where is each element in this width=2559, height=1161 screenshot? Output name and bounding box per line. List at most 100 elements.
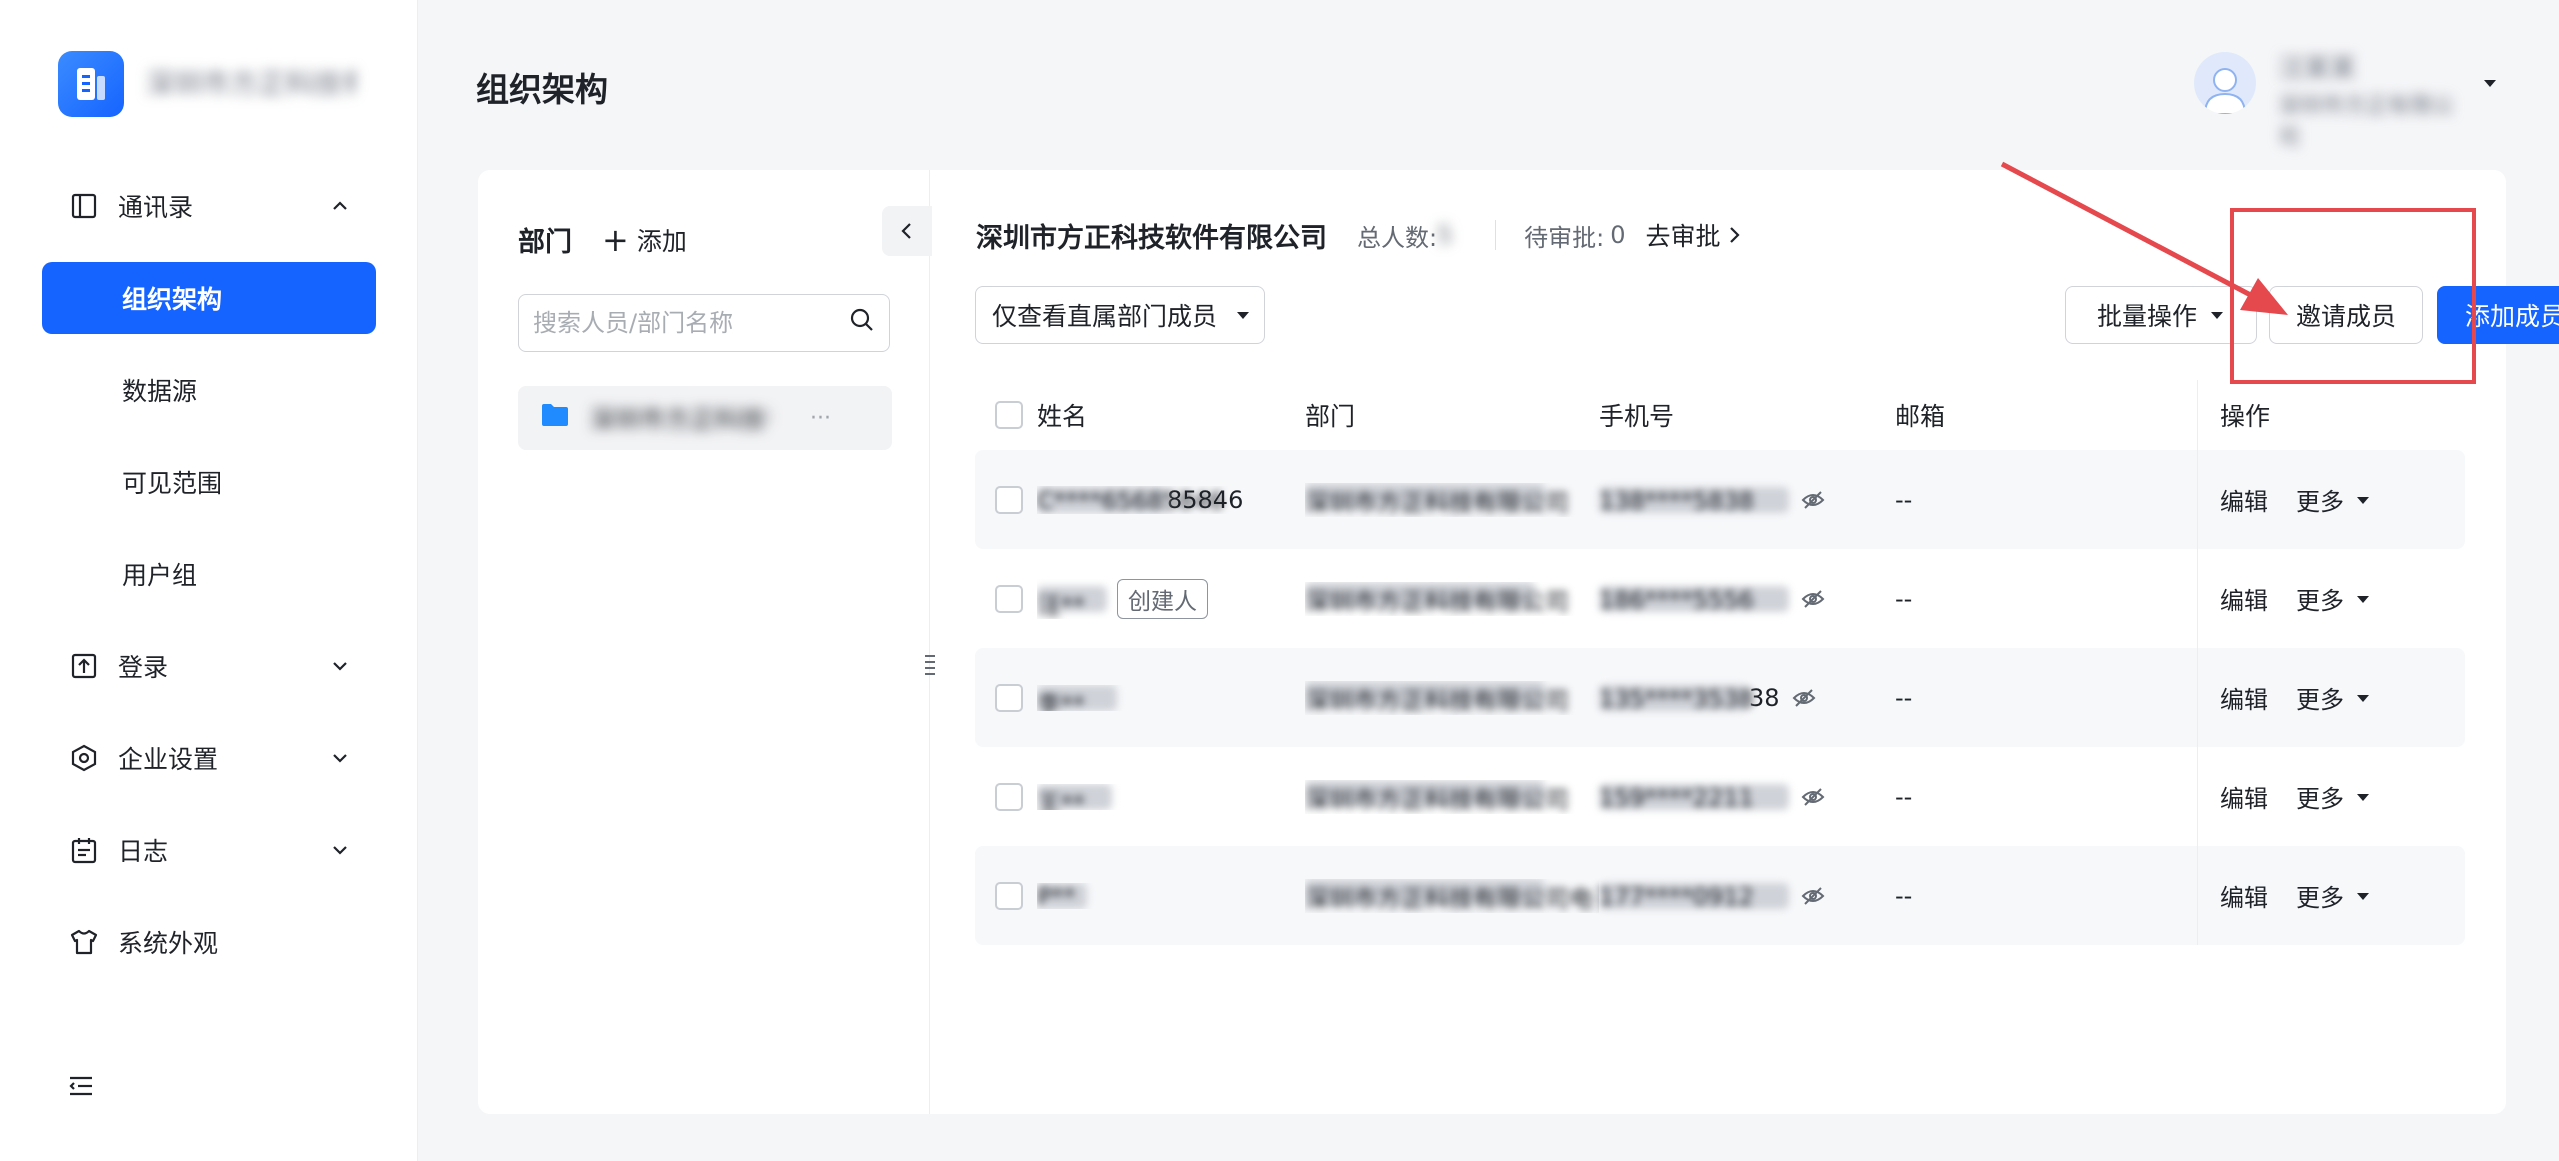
avatar bbox=[2194, 52, 2256, 114]
nav-group-enterprise-settings[interactable]: 企业设置 bbox=[0, 712, 418, 804]
caret-down-icon bbox=[2357, 793, 2369, 801]
divider bbox=[1495, 220, 1497, 250]
member-phone: 135****3538 38 bbox=[1599, 684, 1895, 713]
department-header: 部门 + 添加 bbox=[518, 220, 687, 259]
page-title: 组织架构 bbox=[476, 70, 608, 109]
nav-group-appearance[interactable]: 系统外观 bbox=[0, 896, 418, 988]
nav-item-org-structure[interactable]: 组织架构 bbox=[42, 262, 376, 334]
row-checkbox[interactable] bbox=[995, 584, 1023, 613]
brand-name: 深圳市方正科技有限公司... bbox=[146, 70, 356, 98]
more-options-icon[interactable]: ··· bbox=[810, 406, 831, 431]
table-header: 姓名 部门 手机号 邮箱 操作 bbox=[975, 380, 2465, 450]
chevron-down-icon bbox=[328, 746, 352, 770]
company-name: 深圳市方正科技软件有限公司 bbox=[976, 222, 1327, 254]
total-value: 5 bbox=[1437, 221, 1453, 249]
row-checkbox[interactable] bbox=[995, 881, 1023, 910]
members-table: 姓名 部门 手机号 邮箱 操作 C****65685846 85846 深圳市方… bbox=[975, 380, 2465, 945]
department-tree-item[interactable]: 深圳市方正科技有限公司 ··· bbox=[518, 386, 892, 450]
eye-off-icon[interactable] bbox=[1799, 486, 1827, 514]
more-dropdown[interactable]: 更多 bbox=[2296, 878, 2370, 913]
nav-item-visible-range[interactable]: 可见范围 bbox=[0, 436, 418, 528]
search-input[interactable] bbox=[533, 309, 849, 337]
login-icon bbox=[68, 650, 100, 682]
settings-icon bbox=[68, 742, 100, 774]
more-dropdown[interactable]: 更多 bbox=[2296, 482, 2370, 517]
add-member-button[interactable]: 添加成员 bbox=[2437, 286, 2559, 344]
caret-down-icon bbox=[2211, 312, 2223, 319]
department-panel: 部门 + 添加 深圳市方正科技有限公司 ··· bbox=[478, 170, 935, 1114]
member-department: 深圳市方正科技有限公司 bbox=[1305, 482, 1599, 517]
member-email: -- bbox=[1895, 485, 1913, 514]
user-menu[interactable]: 汪某某 深圳市方正有限公司 bbox=[2194, 48, 2500, 151]
nav-group-label: 系统外观 bbox=[118, 929, 219, 958]
chevron-down-icon bbox=[328, 838, 352, 862]
more-dropdown[interactable]: 更多 bbox=[2296, 680, 2370, 715]
filter-label: 仅查看直属部门成员 bbox=[992, 302, 1218, 331]
member-name-masked: C****65685846 bbox=[1037, 486, 1224, 514]
member-phone: 186****5556 bbox=[1599, 585, 1895, 614]
department-search[interactable] bbox=[518, 294, 890, 352]
sidebar-nav: 通讯录 组织架构 数据源 可见范围 用户组 登录 企业设置 日志 系统外观 bbox=[0, 160, 418, 988]
member-email: -- bbox=[1895, 881, 1913, 910]
more-dropdown[interactable]: 更多 bbox=[2296, 581, 2370, 616]
eye-off-icon[interactable] bbox=[1799, 783, 1827, 811]
go-approve-label: 去审批 bbox=[1645, 222, 1721, 251]
table-row: 王** 深圳市方正科技有限公司 159****2211 -- 编辑 更多 bbox=[975, 747, 2465, 846]
row-operations: 编辑 更多 bbox=[2197, 549, 2457, 648]
pending-label: 待审批: bbox=[1524, 223, 1605, 252]
edit-button[interactable]: 编辑 bbox=[2220, 581, 2268, 616]
member-name: 汪** 创建人 bbox=[1037, 578, 1305, 619]
edit-button[interactable]: 编辑 bbox=[2220, 482, 2268, 517]
collapse-sidebar-icon[interactable] bbox=[66, 1071, 98, 1103]
table-row: 汪** 创建人 深圳市方正科技有限公司 186****5556 -- 编辑 更多 bbox=[975, 549, 2465, 648]
search-icon[interactable] bbox=[849, 307, 875, 339]
batch-operations-button[interactable]: 批量操作 bbox=[2065, 286, 2257, 344]
row-checkbox[interactable] bbox=[995, 683, 1023, 712]
member-panel: 深圳市方正科技软件有限公司 总人数: 5 待审批: 0 去审批 仅查看直属部门成… bbox=[930, 170, 2559, 1114]
nav-group-login[interactable]: 登录 bbox=[0, 620, 418, 712]
invite-member-button[interactable]: 邀请成员 bbox=[2269, 286, 2423, 344]
more-dropdown[interactable]: 更多 bbox=[2296, 779, 2370, 814]
nav-group-logs[interactable]: 日志 bbox=[0, 804, 418, 896]
direct-members-filter[interactable]: 仅查看直属部门成员 bbox=[975, 286, 1265, 344]
total-label: 总人数: bbox=[1357, 223, 1438, 252]
row-operations: 编辑 更多 bbox=[2197, 450, 2457, 549]
chevron-left-icon bbox=[901, 223, 911, 239]
caret-down-icon bbox=[2357, 595, 2369, 603]
edit-button[interactable]: 编辑 bbox=[2220, 878, 2268, 913]
member-phone: 138****5838 bbox=[1599, 486, 1895, 515]
nav-item-user-group[interactable]: 用户组 bbox=[0, 528, 418, 620]
row-operations: 编辑 更多 bbox=[2197, 846, 2457, 945]
caret-down-icon bbox=[2357, 694, 2369, 702]
eye-off-icon[interactable] bbox=[1799, 882, 1827, 910]
brand[interactable]: 深圳市方正科技有限公司... bbox=[58, 51, 356, 117]
nav-item-data-source[interactable]: 数据源 bbox=[0, 344, 418, 436]
row-checkbox[interactable] bbox=[995, 782, 1023, 811]
add-department-button[interactable]: + 添加 bbox=[602, 222, 687, 258]
eye-off-icon[interactable] bbox=[1799, 585, 1827, 613]
edit-button[interactable]: 编辑 bbox=[2220, 680, 2268, 715]
edit-button[interactable]: 编辑 bbox=[2220, 779, 2268, 814]
row-checkbox[interactable] bbox=[995, 485, 1023, 514]
pending-count: 0 bbox=[1610, 221, 1626, 249]
table-row: 李** 深圳市方正科技有限公司 135****3538 38 -- 编辑 更多 bbox=[975, 648, 2465, 747]
member-email: -- bbox=[1895, 683, 1913, 712]
member-email: -- bbox=[1895, 584, 1913, 613]
chevron-right-icon bbox=[1730, 227, 1741, 243]
company-summary: 深圳市方正科技软件有限公司 总人数: 5 待审批: 0 去审批 bbox=[976, 210, 1742, 260]
batch-operations-label: 批量操作 bbox=[2096, 302, 2197, 331]
go-approve-link[interactable]: 去审批 bbox=[1645, 217, 1742, 253]
collapse-panel-button[interactable] bbox=[882, 206, 932, 256]
member-name: C****65685846 85846 bbox=[1037, 486, 1305, 514]
column-phone: 手机号 bbox=[1599, 402, 1675, 431]
eye-off-icon[interactable] bbox=[1790, 684, 1818, 712]
brand-logo-icon bbox=[58, 51, 124, 117]
column-department: 部门 bbox=[1305, 402, 1356, 431]
caret-down-icon bbox=[2357, 892, 2369, 900]
sidebar: 深圳市方正科技有限公司... 通讯录 组织架构 数据源 可见范围 用户组 登录 bbox=[0, 0, 418, 1161]
nav-group-label: 通讯录 bbox=[118, 193, 194, 222]
nav-group-contacts[interactable]: 通讯录 bbox=[0, 160, 418, 252]
select-all-checkbox[interactable] bbox=[995, 401, 1023, 429]
nav-group-label: 日志 bbox=[118, 837, 169, 866]
address-book-icon bbox=[68, 190, 100, 222]
